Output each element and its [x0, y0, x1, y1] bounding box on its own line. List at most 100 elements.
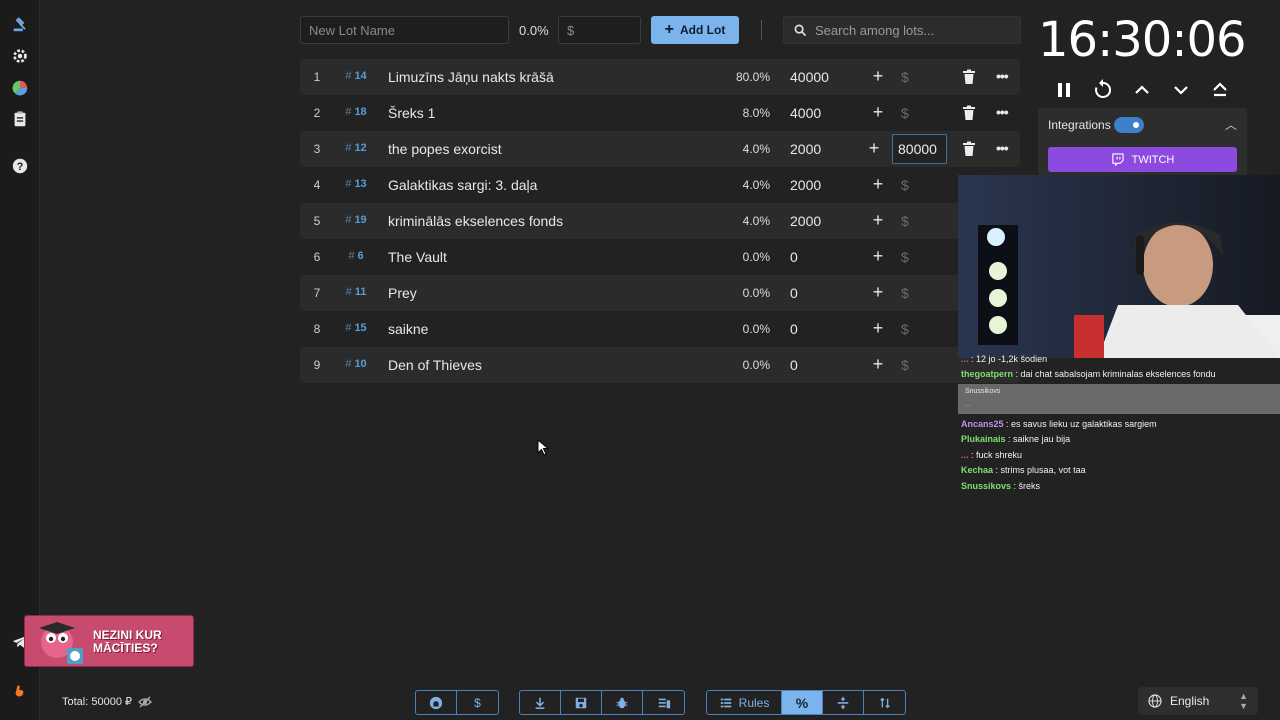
chat-text: : fuck shreku: [971, 450, 1023, 460]
lot-id: #15: [340, 322, 372, 334]
lot-search-field[interactable]: Search among lots...: [783, 16, 1021, 44]
lot-name[interactable]: the popes exorcist: [388, 141, 502, 157]
lot-row[interactable]: 3 #12 the popes exorcist 4.0% 2000 +80000 •••: [300, 131, 1020, 167]
more-options-icon[interactable]: •••: [996, 104, 1009, 120]
add-amount-plus-icon[interactable]: +: [866, 138, 882, 158]
pause-icon[interactable]: [1052, 78, 1076, 102]
add-lot-button[interactable]: + Add Lot: [651, 16, 739, 44]
add-amount-plus-icon[interactable]: +: [870, 102, 886, 122]
chat-username: ...: [961, 354, 969, 364]
donate-dollar-icon[interactable]: $: [457, 691, 498, 714]
twitch-label: TWITCH: [1131, 153, 1175, 166]
lot-row[interactable]: 2 #18 Šreks 1 8.0% 4000 + $ •••: [300, 95, 1020, 131]
lot-name[interactable]: Galaktikas sargi: 3. daļa: [388, 177, 537, 193]
integrations-label: Integrations: [1048, 118, 1111, 132]
add-amount-plus-icon[interactable]: +: [870, 282, 886, 302]
save-icon[interactable]: [561, 691, 602, 714]
auction-gavel-icon[interactable]: [8, 12, 32, 36]
wheel-pie-icon[interactable]: [8, 76, 32, 100]
settings-gear-icon[interactable]: [8, 44, 32, 68]
dollar-icon: $: [901, 321, 909, 337]
chat-message: ... : fuck shreku: [961, 450, 1022, 460]
clipboard-icon[interactable]: [8, 107, 32, 131]
add-amount-plus-icon[interactable]: +: [870, 354, 886, 374]
lot-row[interactable]: 9 #10 Den of Thieves 0.0% 0 + $: [300, 347, 1020, 383]
lot-name[interactable]: kriminālās ekselences fonds: [388, 213, 563, 229]
double-chevron-up-icon[interactable]: [1208, 78, 1232, 102]
countdown-timer: 16:30:06: [1038, 12, 1247, 68]
lot-name[interactable]: Prey: [388, 285, 417, 301]
lot-percent: 0.0%: [742, 250, 770, 264]
promo-banner[interactable]: NEZINI KUR MĀCĪTIES?: [24, 615, 194, 667]
trash-icon[interactable]: [962, 141, 976, 157]
integrations-toggle[interactable]: [1114, 117, 1144, 133]
add-amount-plus-icon[interactable]: +: [870, 318, 886, 338]
lot-name[interactable]: Den of Thieves: [388, 357, 482, 373]
lot-row[interactable]: 4 #13 Galaktikas sargi: 3. daļa 4.0% 2000 + $: [300, 167, 1020, 203]
total-amount: Total: 50000 ₽: [62, 695, 152, 708]
total-label: Total: 50000 ₽: [62, 696, 132, 708]
github-icon[interactable]: [416, 691, 457, 714]
lot-percent: 4.0%: [742, 214, 770, 228]
add-amount-plus-icon[interactable]: +: [870, 66, 886, 86]
lot-amount: 2000: [790, 213, 822, 229]
lot-name[interactable]: saikne: [388, 321, 428, 337]
chat-message: Plukainais : saikne jau bija: [961, 434, 1070, 444]
chat-text: : 12 jo -1,2k šodien: [971, 354, 1048, 364]
hash-icon: #: [345, 358, 352, 370]
percent-toggle-icon[interactable]: %: [782, 691, 823, 714]
chat-username: Snussikovs: [961, 481, 1012, 491]
add-amount-plus-icon[interactable]: +: [870, 246, 886, 266]
new-lot-name-input[interactable]: [300, 16, 509, 44]
lot-name[interactable]: The Vault: [388, 249, 447, 265]
chat-username: Ancans25: [961, 419, 1004, 429]
clear-list-icon[interactable]: [643, 691, 684, 714]
new-lot-amount-input[interactable]: [558, 16, 641, 44]
more-options-icon[interactable]: •••: [996, 140, 1009, 156]
lot-id-value: 14: [354, 70, 367, 82]
search-placeholder: Search among lots...: [815, 22, 935, 38]
lot-row[interactable]: 7 #11 Prey 0.0% 0 + $: [300, 275, 1020, 311]
list-icon: [720, 698, 731, 707]
more-options-icon[interactable]: •••: [996, 68, 1009, 84]
chevron-up-icon[interactable]: [1130, 78, 1154, 102]
trash-icon[interactable]: [962, 69, 976, 85]
lot-row[interactable]: 1 #14 Limuzīns Jāņu nakts krāšā 80.0% 40000 +…: [300, 59, 1020, 95]
chevron-down-icon[interactable]: [1169, 78, 1193, 102]
highlight-user: Snussikovs: [965, 388, 1001, 395]
lot-position: 6: [313, 250, 321, 264]
lot-id: #11: [340, 286, 372, 298]
add-amount-plus-icon[interactable]: +: [870, 210, 886, 230]
add-amount-plus-icon[interactable]: +: [870, 174, 886, 194]
help-icon[interactable]: ?: [8, 154, 32, 178]
compact-view-icon[interactable]: [823, 691, 864, 714]
lot-row[interactable]: 6 #6 The Vault 0.0% 0 + $: [300, 239, 1020, 275]
rules-button[interactable]: Rules: [707, 691, 782, 714]
lot-row[interactable]: 5 #19 kriminālās ekselences fonds 4.0% 2000 +…: [300, 203, 1020, 239]
boosty-icon[interactable]: [8, 680, 32, 704]
lot-percent: 4.0%: [742, 142, 770, 156]
plus-icon: +: [664, 21, 674, 38]
trash-icon[interactable]: [962, 105, 976, 121]
collapse-chevron-icon[interactable]: ︿: [1225, 116, 1237, 133]
download-icon[interactable]: [520, 691, 561, 714]
add-amount-input[interactable]: 80000: [892, 134, 947, 164]
lot-row[interactable]: 8 #15 saikne 0.0% 0 + $: [300, 311, 1020, 347]
lot-id: #13: [340, 178, 372, 190]
file-actions-group: [519, 690, 685, 715]
lot-position: 8: [313, 322, 321, 336]
lot-name[interactable]: Limuzīns Jāņu nakts krāšā: [388, 69, 554, 85]
lot-percent: 0.0%: [742, 358, 770, 372]
reset-icon[interactable]: [1091, 78, 1115, 102]
lot-name[interactable]: Šreks 1: [388, 105, 435, 121]
sort-icon[interactable]: [864, 691, 905, 714]
eye-off-icon[interactable]: [138, 696, 152, 708]
chat-username: Plukainais: [961, 434, 1006, 444]
bug-icon[interactable]: [602, 691, 643, 714]
chat-text: : dai chat sabalsojam kriminalas ekselen…: [1015, 369, 1216, 379]
lot-id: #18: [340, 106, 372, 118]
language-select[interactable]: English ▲ ▼: [1138, 687, 1258, 715]
twitch-button[interactable]: TWITCH: [1048, 147, 1237, 172]
lot-amount: 2000: [790, 177, 822, 193]
lot-position: 1: [313, 70, 321, 84]
